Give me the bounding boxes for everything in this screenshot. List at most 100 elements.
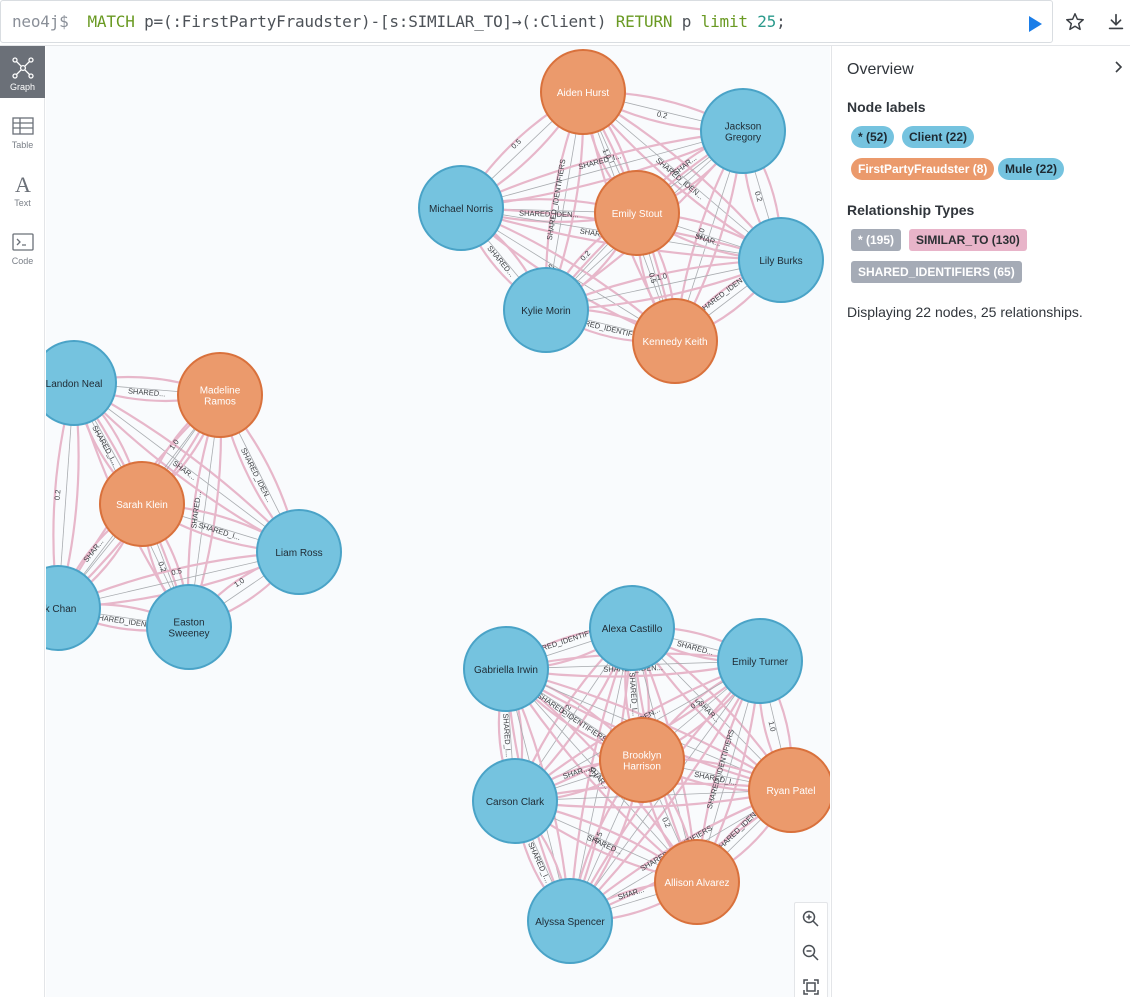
node-label: Kennedy Keith [642,337,707,348]
table-view-button[interactable]: Table [0,104,45,156]
query-editor[interactable]: neo4j$ MATCH p=(:FirstPartyFraudster)-[s… [0,0,1053,43]
rail-label: Graph [9,82,35,92]
node-easton[interactable]: EastonSweeney [146,584,232,670]
play-icon[interactable] [1022,12,1046,36]
rail-label: Table [11,140,34,150]
download-icon[interactable] [1105,11,1127,33]
node-carson[interactable]: Carson Clark [472,758,558,844]
query-token: RETURN [615,12,673,31]
edge-label: 1.0 [767,720,778,732]
overview-title: Overview [847,61,914,78]
node-label: Ryan Patel [767,786,816,797]
node-emily_t[interactable]: Emily Turner [717,618,803,704]
node-aiden[interactable]: Aiden Hurst [540,49,626,135]
graph-view-button[interactable]: Graph [0,46,45,98]
edge-label: 0.2 [656,109,668,120]
node-brooklyn[interactable]: BrooklynHarrison [599,717,685,803]
edge-label: SHARED_I... [501,713,513,757]
node-label: Carson Clark [486,797,545,808]
query-token: limit [700,12,748,31]
node-kylie[interactable]: Kylie Morin [503,267,589,353]
node-label: Brooklyn [623,751,662,762]
chevron-right-icon[interactable] [1112,60,1126,74]
node-alexa[interactable]: Alexa Castillo [589,585,675,671]
node-label: Kylie Morin [521,306,570,317]
rel-type-pill-all[interactable]: * (195) [851,229,902,251]
star-icon[interactable] [1064,11,1086,33]
node-emily_s[interactable]: Emily Stout [594,170,680,256]
zoom-controls [794,902,828,997]
node-label: Jackson [725,122,762,133]
edge-label: SHARED... [128,386,166,398]
query-token: 25 [757,12,777,31]
node-label: Gregory [725,133,761,144]
edge-label: SHARED_I... [577,151,622,171]
view-switcher: Graph Table A Text Code [0,46,45,997]
edge-label: 0.2 [753,190,765,203]
node-label: Michael Norris [429,204,493,215]
node-allison[interactable]: Allison Alvarez [654,839,740,925]
node-kennedy[interactable]: Kennedy Keith [632,298,718,384]
node-label-pill-all[interactable]: * (52) [851,126,895,148]
edge-label: 1.0 [232,576,246,589]
query-text[interactable]: neo4j$ MATCH p=(:FirstPartyFraudster)-[s… [12,12,786,31]
zoom-in-icon[interactable] [801,909,821,929]
node-label: Easton [173,618,204,629]
node-michael[interactable]: Michael Norris [418,165,504,251]
node-chan[interactable]: ck Chan [46,565,101,651]
query-token: p=(:FirstPartyFraudster)-[s:SIMILAR_TO]→… [134,12,616,31]
node-label: Sweeney [168,629,209,640]
text-view-button[interactable]: A Text [0,162,45,214]
node-liam[interactable]: Liam Ross [256,509,342,595]
rel-type-pill-similar[interactable]: SIMILAR_TO (130) [909,229,1027,251]
svg-text:A: A [15,172,31,196]
node-labels-title: Node labels [847,99,926,115]
node-label: Sarah Klein [116,500,168,511]
node-label: Aiden Hurst [557,88,609,99]
table-icon [12,117,34,135]
overview-panel: Overview Node labels * (52) Client (22) … [831,46,1130,997]
node-jackson[interactable]: JacksonGregory [700,88,786,174]
node-label-pill-mule[interactable]: Mule (22) [998,158,1065,180]
node-landon[interactable]: Landon Neal [46,340,117,426]
edge-label: SHARED_IDEN... [93,612,153,630]
code-view-button[interactable]: Code [0,220,45,272]
graph-canvas[interactable]: 0.2 0.5 1.0 SHARED_IDEN... SHARED_IDENTIFIER… [46,46,830,997]
node-label-pill-client[interactable]: Client (22) [902,126,975,148]
code-icon [12,233,34,251]
node-madeline[interactable]: MadelineRamos [177,352,263,438]
node-label: Emily Stout [612,209,663,220]
relationship-types-title: Relationship Types [847,202,975,218]
query-bar: neo4j$ MATCH p=(:FirstPartyFraudster)-[s… [0,0,1130,46]
text-icon: A [15,172,31,196]
node-ryan[interactable]: Ryan Patel [748,747,830,833]
node-alyssa[interactable]: Alyssa Spencer [527,878,613,964]
fit-icon[interactable] [801,977,821,997]
node-label: Liam Ross [275,548,322,559]
query-token: ; [776,12,786,31]
query-token [748,12,757,31]
node-label: Lily Burks [759,256,802,267]
edge-label: 1.0 [656,271,668,282]
edge-label: SHARED_IDEN... [239,446,274,503]
node-lily[interactable]: Lily Burks [738,217,824,303]
node-label: Madeline [200,386,241,397]
node-label: Landon Neal [46,379,102,390]
zoom-out-icon[interactable] [801,943,821,963]
rail-label: Text [14,198,31,208]
graph-icon [12,57,34,79]
edge-label: 0.5 [509,137,523,151]
edge-label: 0.2 [53,489,63,500]
node-label: Gabriella Irwin [474,665,538,676]
rel-type-pill-shared[interactable]: SHARED_IDENTIFIERS (65) [851,261,1022,283]
node-gabriella[interactable]: Gabriella Irwin [463,626,549,712]
node-label-pill-fraudster[interactable]: FirstPartyFraudster (8) [851,158,995,180]
edge-label: SHAR... [694,231,723,248]
display-summary: Displaying 22 nodes, 25 relationships. [847,304,1083,320]
node-label: Alexa Castillo [602,624,663,635]
node-label: ck Chan [46,604,76,615]
node-label: Emily Turner [732,657,789,668]
node-sarah[interactable]: Sarah Klein [99,461,185,547]
graph-svg: 0.20.51.0SHARED_IDEN...SHARED_IDENTIFIER… [46,49,830,964]
rail-label: Code [11,256,34,266]
